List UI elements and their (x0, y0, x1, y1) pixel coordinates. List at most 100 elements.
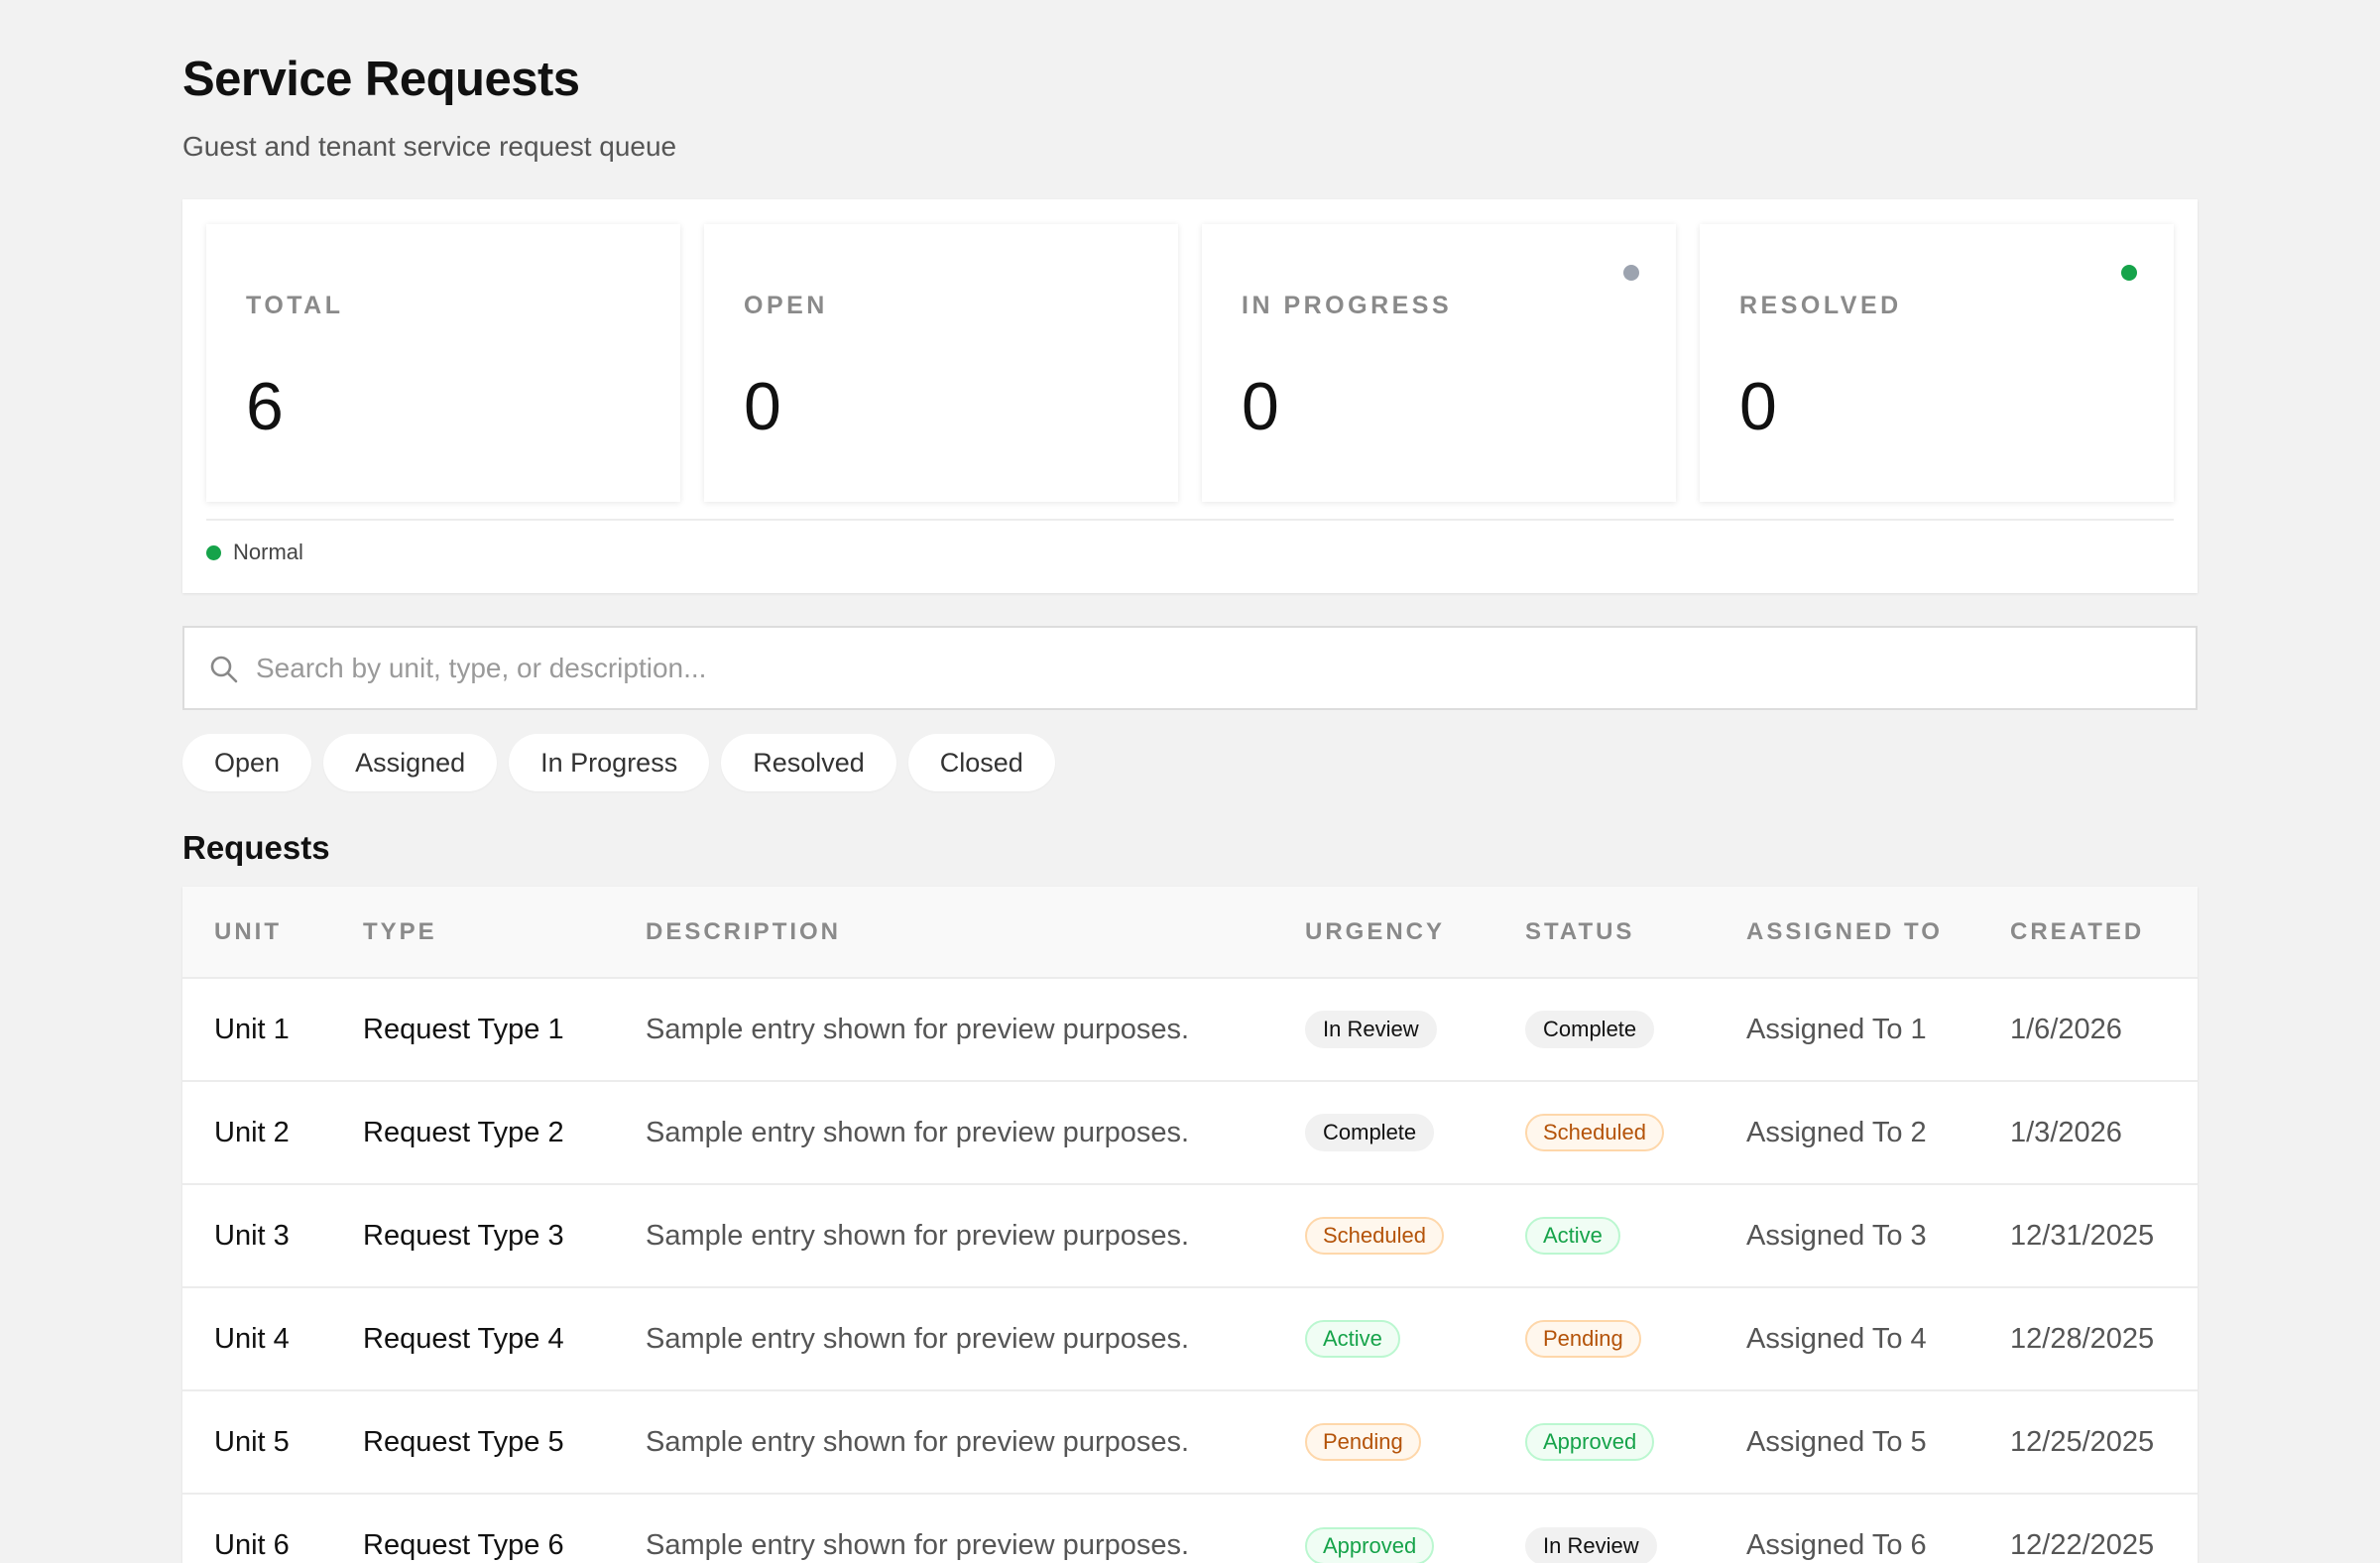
legend: Normal (206, 540, 303, 565)
status-badge: Pending (1525, 1320, 1641, 1358)
status-badge: Scheduled (1525, 1114, 1664, 1151)
cell-unit: Unit 5 (214, 1425, 290, 1458)
cell-description: Sample entry shown for preview purposes. (646, 1529, 1190, 1561)
column-header-created[interactable]: CREATED (1978, 887, 2198, 978)
in-progress-status-dot-icon (1623, 265, 1639, 281)
cell-assigned-to: Assigned To 3 (1746, 1219, 1927, 1252)
legend-dot-icon (206, 544, 221, 560)
stat-card-total: TOTAL 6 (206, 224, 680, 502)
stat-label: RESOLVED (1739, 292, 1902, 319)
cell-urgency: Pending (1273, 1390, 1493, 1494)
cell-status: Scheduled (1493, 1081, 1715, 1184)
status-badge: In Review (1525, 1526, 1657, 1563)
stat-value: 0 (1242, 369, 1279, 444)
cell-status: Approved (1493, 1390, 1715, 1494)
cell-unit: Unit 2 (214, 1116, 290, 1148)
cell-urgency: Approved (1273, 1494, 1493, 1563)
cell-description: Sample entry shown for preview purposes. (646, 1013, 1190, 1045)
cell-description: Sample entry shown for preview purposes. (646, 1322, 1190, 1355)
cell-assigned-to: Assigned To 4 (1746, 1322, 1927, 1355)
cell-assigned-to: Assigned To 2 (1746, 1116, 1927, 1148)
search-box (182, 626, 2198, 710)
cell-unit: Unit 1 (214, 1013, 290, 1045)
cell-assigned-to: Assigned To 5 (1746, 1425, 1927, 1458)
stats-panel: TOTAL 6 OPEN 0 IN PROGRESS 0 RESOLVED 0 … (182, 199, 2198, 593)
table-row[interactable]: Unit 2 Request Type 2 Sample entry shown… (182, 1081, 2198, 1184)
search-icon (210, 656, 238, 683)
table-row[interactable]: Unit 3 Request Type 3 Sample entry shown… (182, 1184, 2198, 1287)
cell-created: 1/3/2026 (2010, 1116, 2122, 1148)
cell-type: Request Type 1 (363, 1013, 564, 1045)
column-header-type[interactable]: TYPE (331, 887, 614, 978)
stat-label: IN PROGRESS (1242, 292, 1453, 319)
stat-card-resolved: RESOLVED 0 (1700, 224, 2174, 502)
cell-urgency: Scheduled (1273, 1184, 1493, 1287)
stat-value: 0 (1739, 369, 1777, 444)
urgency-badge: Active (1305, 1320, 1400, 1358)
filter-chips: Open Assigned In Progress Resolved Close… (182, 734, 1067, 791)
urgency-badge: Pending (1305, 1423, 1421, 1461)
cell-created: 12/25/2025 (2010, 1425, 2155, 1458)
status-badge: Approved (1525, 1423, 1655, 1461)
cell-description: Sample entry shown for preview purposes. (646, 1219, 1190, 1252)
column-header-status[interactable]: STATUS (1493, 887, 1715, 978)
cell-urgency: In Review (1273, 978, 1493, 1081)
cell-unit: Unit 4 (214, 1322, 290, 1355)
urgency-badge: In Review (1305, 1011, 1437, 1048)
column-header-assigned-to[interactable]: ASSIGNED TO (1715, 887, 1978, 978)
cell-assigned-to: Assigned To 1 (1746, 1013, 1927, 1045)
table-header-row: UNIT TYPE DESCRIPTION URGENCY STATUS ASS… (182, 887, 2198, 978)
cell-type: Request Type 4 (363, 1322, 564, 1355)
page-title: Service Requests (182, 53, 580, 106)
cell-unit: Unit 6 (214, 1529, 290, 1561)
cell-status: Complete (1493, 978, 1715, 1081)
stat-card-open: OPEN 0 (704, 224, 1178, 502)
filter-chip-assigned[interactable]: Assigned (323, 734, 498, 791)
cell-created: 12/28/2025 (2010, 1322, 2155, 1355)
cell-unit: Unit 3 (214, 1219, 290, 1252)
cell-assigned-to: Assigned To 6 (1746, 1529, 1927, 1561)
column-header-urgency[interactable]: URGENCY (1273, 887, 1493, 978)
column-header-description[interactable]: DESCRIPTION (614, 887, 1273, 978)
cell-description: Sample entry shown for preview purposes. (646, 1116, 1190, 1148)
cell-created: 1/6/2026 (2010, 1013, 2122, 1045)
cell-type: Request Type 3 (363, 1219, 564, 1252)
page-subtitle: Guest and tenant service request queue (182, 131, 677, 162)
search-input[interactable] (256, 642, 2140, 695)
section-title: Requests (182, 829, 330, 866)
column-header-unit[interactable]: UNIT (182, 887, 331, 978)
stat-value: 6 (246, 369, 284, 444)
stat-card-in-progress: IN PROGRESS 0 (1202, 224, 1676, 502)
table-row[interactable]: Unit 5 Request Type 5 Sample entry shown… (182, 1390, 2198, 1494)
stat-label: TOTAL (246, 292, 344, 319)
filter-chip-open[interactable]: Open (182, 734, 312, 791)
status-badge: Complete (1525, 1011, 1655, 1048)
cell-type: Request Type 2 (363, 1116, 564, 1148)
urgency-badge: Complete (1305, 1114, 1435, 1151)
cell-urgency: Active (1273, 1287, 1493, 1390)
stat-label: OPEN (744, 292, 828, 319)
divider (206, 519, 2174, 521)
cell-status: Pending (1493, 1287, 1715, 1390)
cell-type: Request Type 5 (363, 1425, 564, 1458)
cell-created: 12/31/2025 (2010, 1219, 2155, 1252)
legend-label: Normal (233, 540, 303, 564)
cell-status: Active (1493, 1184, 1715, 1287)
requests-table: UNIT TYPE DESCRIPTION URGENCY STATUS ASS… (182, 887, 2198, 1563)
cell-type: Request Type 6 (363, 1529, 564, 1561)
urgency-badge: Approved (1305, 1526, 1435, 1563)
table-row[interactable]: Unit 6 Request Type 6 Sample entry shown… (182, 1494, 2198, 1563)
filter-chip-in-progress[interactable]: In Progress (509, 734, 710, 791)
table-row[interactable]: Unit 4 Request Type 4 Sample entry shown… (182, 1287, 2198, 1390)
filter-chip-closed[interactable]: Closed (907, 734, 1055, 791)
status-badge: Active (1525, 1217, 1620, 1255)
urgency-badge: Scheduled (1305, 1217, 1444, 1255)
cell-status: In Review (1493, 1494, 1715, 1563)
cell-urgency: Complete (1273, 1081, 1493, 1184)
table-row[interactable]: Unit 1 Request Type 1 Sample entry shown… (182, 978, 2198, 1081)
resolved-status-dot-icon (2121, 265, 2137, 281)
cell-created: 12/22/2025 (2010, 1529, 2155, 1561)
stat-value: 0 (744, 369, 781, 444)
filter-chip-resolved[interactable]: Resolved (721, 734, 896, 791)
cell-description: Sample entry shown for preview purposes. (646, 1425, 1190, 1458)
